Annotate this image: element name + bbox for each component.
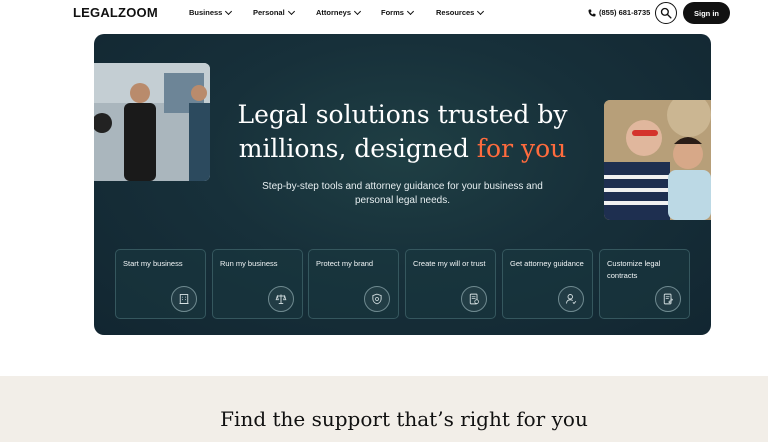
chevron-down-icon [477,7,485,15]
card-legal-contracts[interactable]: Customize legal contracts [599,249,690,319]
card-label: Get attorney guidance [510,259,584,268]
phone-link[interactable]: (855) 681-8735 [588,8,650,17]
nav-business-label: Business [189,8,223,17]
hero-subtitle: Step-by-step tools and attorney guidance… [262,181,543,206]
nav-personal-label: Personal [253,8,285,17]
card-start-business[interactable]: Start my business [115,249,206,319]
contract-icon [655,286,681,312]
hero-title: Legal solutions trusted by millions, des… [194,98,611,166]
workshop-illustration [94,63,210,181]
card-label: Run my business [220,259,278,268]
card-run-business[interactable]: Run my business [212,249,303,319]
chevron-down-icon [225,7,233,15]
building-icon [171,286,197,312]
search-icon [660,7,672,19]
nav-personal[interactable]: Personal [253,7,295,17]
chevron-down-icon [406,7,414,15]
shield-icon [364,286,390,312]
hero-title-line2: millions, designed for you [194,132,611,166]
nav-resources-label: Resources [436,8,475,17]
hero-cards: Start my business Run my business Protec… [115,249,690,319]
phone-number: (855) 681-8735 [599,8,651,17]
document-check-icon [461,286,487,312]
legalzoom-logo[interactable]: LEGALZOOM [73,5,158,20]
hero-title-plain: millions, designed [238,134,469,163]
card-label: Protect my brand [316,259,374,268]
nav-business[interactable]: Business [189,7,233,17]
hero-photo-family [604,100,711,220]
support-title: Find the support that’s right for you [220,407,588,431]
card-protect-brand[interactable]: Protect my brand [308,249,399,319]
nav-attorneys[interactable]: Attorneys [316,7,362,17]
phone-icon [588,9,596,16]
chevron-down-icon [287,7,295,15]
card-label: Customize legal contracts [607,259,661,280]
nav-resources[interactable]: Resources [436,7,485,17]
hero-section: Legal solutions trusted by millions, des… [94,34,711,335]
hero-photo-workshop [94,63,210,181]
site-header: LEGALZOOM Business Personal Attorneys Fo… [0,0,768,27]
nav-forms[interactable]: Forms [381,7,414,17]
nav-forms-label: Forms [381,8,404,17]
card-attorney-guidance[interactable]: Get attorney guidance [502,249,593,319]
chevron-down-icon [353,7,362,15]
signin-button[interactable]: Sign in [683,2,730,24]
nav-attorneys-label: Attorneys [316,8,352,17]
family-illustration [604,100,711,220]
attorney-icon [558,286,584,312]
hero-title-line1: Legal solutions trusted by [237,100,568,129]
scales-icon [268,286,294,312]
card-will-trust[interactable]: Create my will or trust [405,249,496,319]
card-label: Start my business [123,259,183,268]
support-section: Find the support that’s right for you [0,376,768,442]
search-button[interactable] [655,2,677,24]
hero-title-accent: for you [476,134,567,163]
card-label: Create my will or trust [413,259,486,268]
